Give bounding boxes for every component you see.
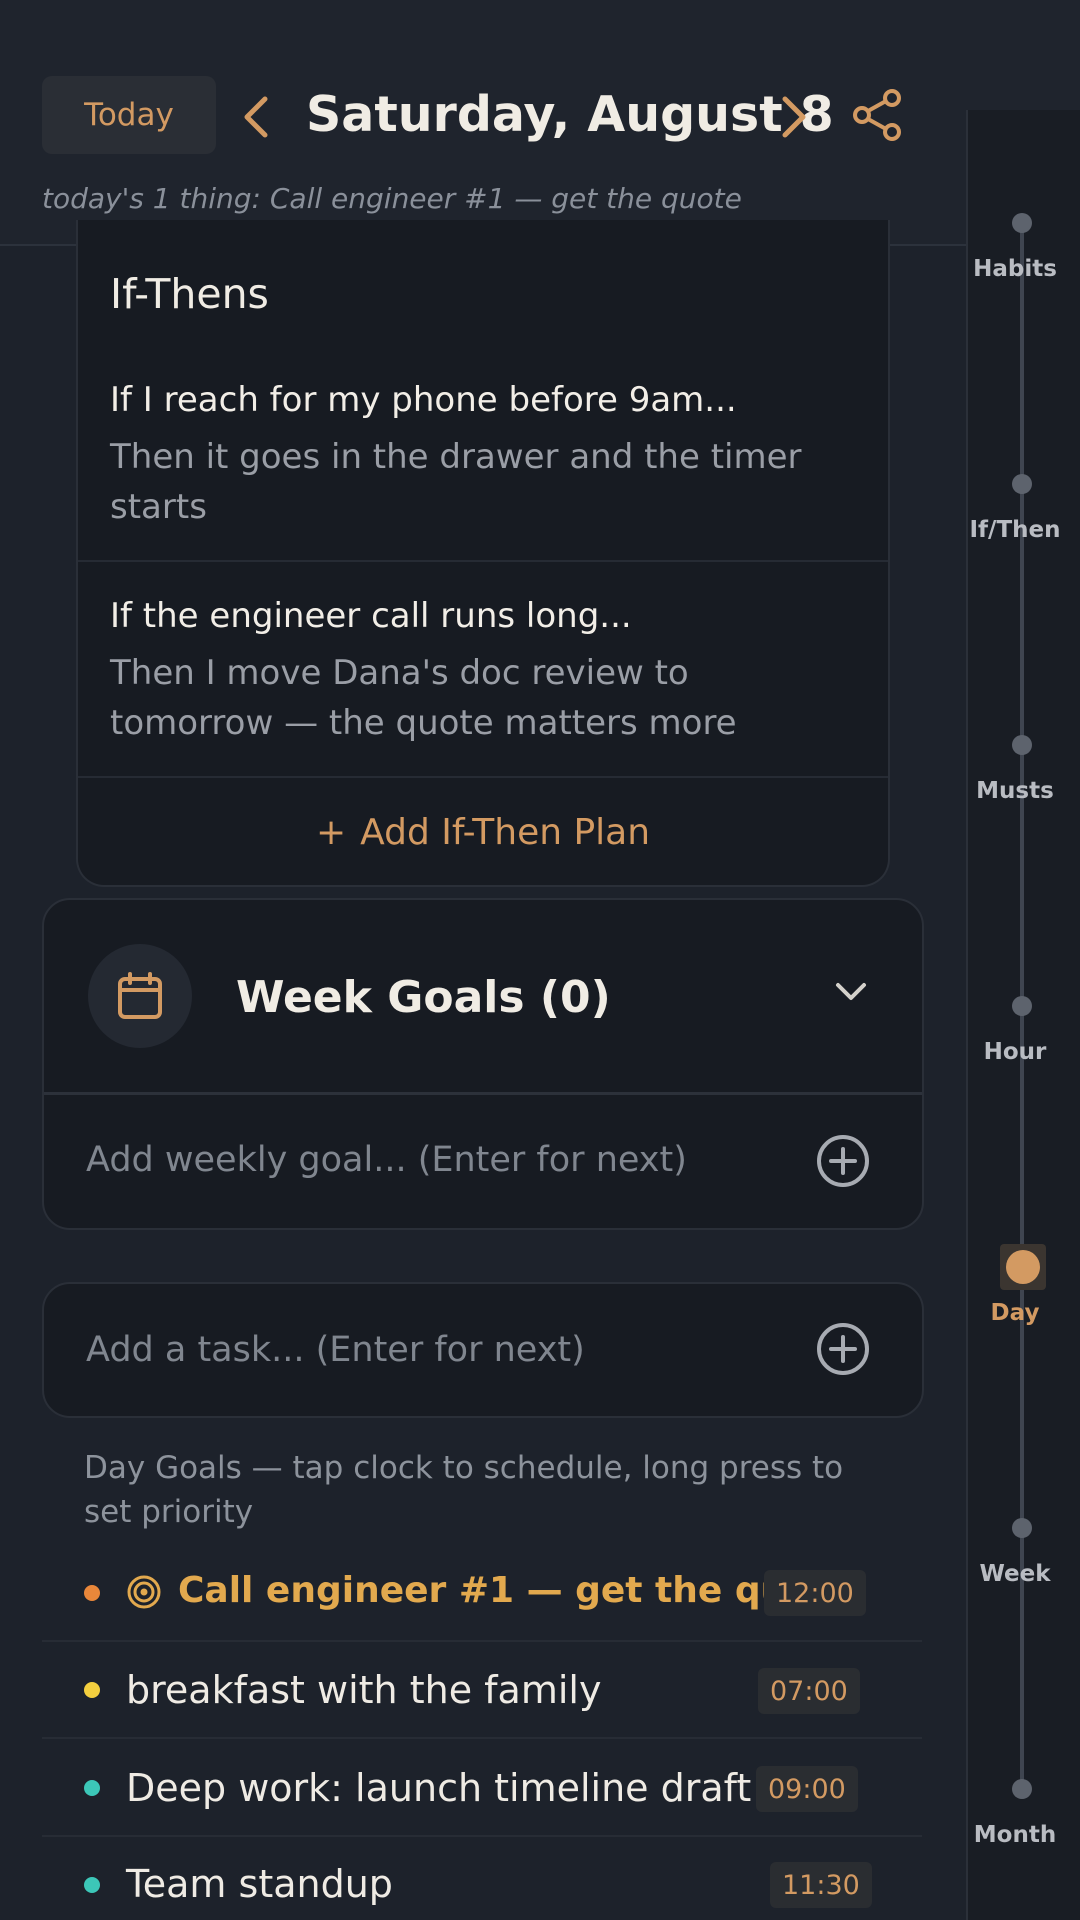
rail-dot-hour[interactable] bbox=[1012, 996, 1032, 1016]
rail-item-month[interactable]: Month bbox=[960, 1822, 1070, 1848]
week-goals-title: Week Goals (0) bbox=[236, 972, 611, 1023]
if-thens-title: If-Thens bbox=[110, 270, 269, 318]
weekly-goal-input[interactable]: Add weekly goal... (Enter for next) bbox=[86, 1140, 687, 1180]
rail-item-musts[interactable]: Musts bbox=[960, 778, 1070, 804]
chevron-right-icon[interactable] bbox=[772, 92, 816, 142]
task-input-card: Add a task... (Enter for next) bbox=[42, 1282, 924, 1418]
priority-dot bbox=[84, 1780, 100, 1796]
add-circle-icon[interactable] bbox=[816, 1134, 870, 1188]
rail-item-habits[interactable]: Habits bbox=[960, 256, 1070, 282]
header: Today Saturday, August 8 today's 1 thing… bbox=[0, 0, 1080, 246]
rail-item-day[interactable]: Day bbox=[960, 1300, 1070, 1326]
share-icon[interactable] bbox=[852, 88, 904, 142]
divider bbox=[42, 1737, 922, 1739]
goal-title[interactable]: Deep work: launch timeline draft bbox=[126, 1766, 751, 1810]
rail-dot-musts[interactable] bbox=[1012, 735, 1032, 755]
week-goals-card: Week Goals (0) Add weekly goal... (Enter… bbox=[42, 898, 924, 1230]
divider bbox=[78, 776, 888, 778]
goal-title[interactable]: Call engineer #1 — get the quote bbox=[178, 1570, 853, 1611]
rail-dot-month[interactable] bbox=[1012, 1779, 1032, 1799]
then-action[interactable]: Then it goes in the drawer and the timer… bbox=[110, 432, 850, 532]
time-badge[interactable]: 11:30 bbox=[770, 1862, 872, 1908]
rail-dot-habits[interactable] bbox=[1012, 213, 1032, 233]
priority-dot bbox=[84, 1585, 100, 1601]
task-input[interactable]: Add a task... (Enter for next) bbox=[86, 1330, 585, 1370]
priority-dot bbox=[84, 1682, 100, 1698]
divider bbox=[78, 560, 888, 562]
rail-dot-day[interactable] bbox=[1006, 1250, 1040, 1284]
chevron-down-icon[interactable] bbox=[834, 980, 868, 1008]
plus-icon: + bbox=[315, 812, 347, 853]
rail-dot-if-then[interactable] bbox=[1012, 474, 1032, 494]
add-circle-icon[interactable] bbox=[816, 1322, 870, 1376]
then-action[interactable]: Then I move Dana's doc review to tomorro… bbox=[110, 648, 850, 748]
page-title: Saturday, August 8 bbox=[306, 86, 834, 143]
time-badge[interactable]: 09:00 bbox=[756, 1766, 858, 1812]
rail-item-if-then[interactable]: If/Then bbox=[960, 517, 1070, 543]
rail-item-hour[interactable]: Hour bbox=[960, 1039, 1070, 1065]
if-condition[interactable]: If the engineer call runs long... bbox=[110, 596, 632, 636]
add-if-then-button[interactable]: + Add If-Then Plan bbox=[78, 812, 888, 853]
chevron-left-icon[interactable] bbox=[234, 92, 278, 142]
time-badge[interactable]: 12:00 bbox=[764, 1570, 866, 1616]
goal-title[interactable]: breakfast with the family bbox=[126, 1668, 601, 1712]
target-icon bbox=[126, 1574, 162, 1610]
if-condition[interactable]: If I reach for my phone before 9am... bbox=[110, 380, 737, 420]
time-badge[interactable]: 07:00 bbox=[758, 1668, 860, 1714]
divider bbox=[42, 1640, 922, 1642]
divider bbox=[42, 1835, 922, 1837]
priority-dot bbox=[84, 1877, 100, 1893]
if-thens-card: If-Thens If I reach for my phone before … bbox=[76, 220, 890, 887]
today-button[interactable]: Today bbox=[42, 76, 216, 154]
add-if-then-label: Add If-Then Plan bbox=[360, 812, 651, 853]
goal-title[interactable]: Team standup bbox=[126, 1862, 393, 1906]
day-goals-hint: Day Goals — tap clock to schedule, long … bbox=[84, 1450, 844, 1530]
divider bbox=[44, 1092, 922, 1095]
rail-dot-week[interactable] bbox=[1012, 1518, 1032, 1538]
one-thing-text: today's 1 thing: Call engineer #1 — get … bbox=[42, 182, 742, 215]
rail-item-week[interactable]: Week bbox=[960, 1561, 1070, 1587]
calendar-icon bbox=[88, 944, 192, 1048]
